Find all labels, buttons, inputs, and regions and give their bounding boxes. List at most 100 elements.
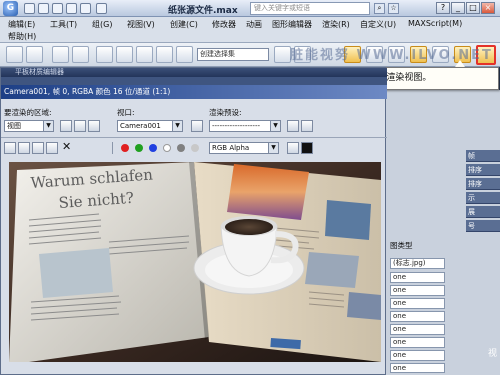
render-window-title: Camera001, 帧 0, RGBA 颜色 16 位/通道 (1:1) <box>1 85 387 99</box>
auto-region-icon[interactable] <box>74 120 86 132</box>
callout-arrow <box>455 60 465 67</box>
print-icon[interactable] <box>46 142 58 154</box>
channel-display-icon[interactable] <box>287 142 299 154</box>
viewport-value: Camera001 <box>120 122 161 130</box>
map-slot-8[interactable]: one <box>390 350 445 361</box>
side-tab-5[interactable]: 展 <box>466 206 500 218</box>
selection-set-dropdown[interactable]: 创建选择集 <box>197 48 269 61</box>
copy-image-icon[interactable] <box>18 142 30 154</box>
clear-icon[interactable]: ✕ <box>62 140 71 153</box>
map-slot-5[interactable]: one <box>390 311 445 322</box>
percent-snap-icon[interactable] <box>176 46 193 63</box>
photo-boy <box>325 200 371 240</box>
menu-tools[interactable]: 工具(T) <box>50 19 77 30</box>
close-button[interactable]: × <box>481 2 495 14</box>
channel-dropdown[interactable]: RGB Alpha ▼ <box>209 142 279 154</box>
menu-animation[interactable]: 动画 <box>246 19 262 30</box>
photo-small <box>347 292 381 320</box>
menu-group[interactable]: 组(G) <box>92 19 112 30</box>
select-by-name-icon[interactable] <box>72 46 89 63</box>
select-rotate-icon[interactable] <box>116 46 133 63</box>
viewport-label: 视口: <box>117 108 135 117</box>
render-preset-label: 渲染预设: <box>209 108 242 117</box>
star-icon[interactable]: ☆ <box>388 3 399 14</box>
area-to-render-dropdown[interactable]: 视图 ▼ <box>4 120 54 132</box>
region-select-icon[interactable] <box>88 120 100 132</box>
menu-modifiers[interactable]: 修改器 <box>212 19 236 30</box>
save-image-icon[interactable] <box>4 142 16 154</box>
red-channel-toggle[interactable] <box>121 144 129 152</box>
coffee-surface <box>225 219 273 235</box>
map-slot-4[interactable]: one <box>390 298 445 309</box>
green-channel-toggle[interactable] <box>135 144 143 152</box>
separator <box>112 142 113 154</box>
map-slot-7[interactable]: one <box>390 337 445 348</box>
map-slot-1[interactable]: (标志.jpg) <box>390 258 445 269</box>
map-slot-6[interactable]: one <box>390 324 445 335</box>
undo-tool-icon[interactable] <box>6 46 23 63</box>
side-tab-3[interactable]: 排序 <box>466 178 500 190</box>
window-title: 纸张源文件.max <box>168 6 238 16</box>
render-illustration: Warum schlafen Sie nicht? <box>9 162 381 362</box>
side-tab-1[interactable]: 帧 <box>466 150 500 162</box>
edit-region-icon[interactable] <box>60 120 72 132</box>
menu-help[interactable]: 帮助(H) <box>8 31 36 42</box>
chevron-down-icon: ▼ <box>43 121 53 131</box>
project-folder-icon[interactable] <box>96 3 107 14</box>
save-file-icon[interactable] <box>52 3 63 14</box>
chevron-down-icon: ▼ <box>270 121 280 131</box>
minimize-button[interactable]: _ <box>451 2 465 14</box>
link-tool-icon[interactable] <box>26 46 43 63</box>
side-tab-4[interactable]: 示 <box>466 192 500 204</box>
monochrome-toggle[interactable] <box>177 144 185 152</box>
help-button[interactable]: ? <box>436 2 450 14</box>
viewport-dropdown[interactable]: Camera001 ▼ <box>117 120 183 132</box>
maximize-button[interactable]: □ <box>466 2 480 14</box>
angle-snap-icon[interactable] <box>156 46 173 63</box>
undo-icon[interactable] <box>66 3 77 14</box>
side-tab-6[interactable]: 号 <box>466 220 500 232</box>
sunset-photo <box>227 164 309 220</box>
lock-viewport-icon[interactable] <box>191 120 203 132</box>
menu-maxscript[interactable]: MAXScript(M) <box>408 19 462 28</box>
render-preset-dropdown[interactable]: ------------------- ▼ <box>209 120 281 132</box>
swatch-icon[interactable] <box>301 142 313 154</box>
menu-customize[interactable]: 自定义(U) <box>360 19 396 30</box>
menu-bar: 编辑(E) 工具(T) 组(G) 视图(V) 创建(C) 修改器 动画 图形编辑… <box>0 17 500 43</box>
menu-rendering[interactable]: 渲染(R) <box>322 19 350 30</box>
panel-caption: 视 <box>488 349 498 359</box>
chevron-down-icon: ▼ <box>268 143 278 153</box>
side-tab-2[interactable]: 排序 <box>466 164 500 176</box>
mirror-icon[interactable] <box>274 46 291 63</box>
divider <box>1 137 387 138</box>
blue-channel-toggle[interactable] <box>149 144 157 152</box>
app-logo[interactable]: G <box>3 1 18 16</box>
search-go-icon[interactable]: ⌕ <box>374 3 385 14</box>
alpha-channel-toggle[interactable] <box>163 144 171 152</box>
menu-edit[interactable]: 编辑(E) <box>8 19 35 30</box>
render-preset-value: ------------------- <box>212 122 260 130</box>
redo-icon[interactable] <box>80 3 91 14</box>
menu-create[interactable]: 创建(C) <box>170 19 198 30</box>
clear-channel-toggle[interactable] <box>191 144 199 152</box>
area-to-render-label: 要渲染的区域: <box>4 108 52 117</box>
search-input[interactable]: 键入关键字或短语 <box>250 2 370 15</box>
render-setup-small-icon[interactable] <box>287 120 299 132</box>
channel-value: RGB Alpha <box>212 144 250 152</box>
area-to-render-value: 视图 <box>7 122 21 130</box>
select-move-icon[interactable] <box>96 46 113 63</box>
open-file-icon[interactable] <box>38 3 49 14</box>
new-file-icon[interactable] <box>24 3 35 14</box>
menu-views[interactable]: 视图(V) <box>127 19 155 30</box>
slate-editor-title: 平板材质编辑器 <box>1 68 387 77</box>
menu-graph-editors[interactable]: 图形编辑器 <box>272 19 312 30</box>
map-slot-9[interactable]: one <box>390 363 445 373</box>
environment-icon[interactable] <box>301 120 313 132</box>
select-object-icon[interactable] <box>52 46 69 63</box>
map-slot-2[interactable]: one <box>390 272 445 283</box>
clone-window-icon[interactable] <box>32 142 44 154</box>
title-gap <box>1 77 387 85</box>
map-slot-3[interactable]: one <box>390 285 445 296</box>
snap-toggle-icon[interactable] <box>136 46 153 63</box>
chevron-down-icon: ▼ <box>172 121 182 131</box>
